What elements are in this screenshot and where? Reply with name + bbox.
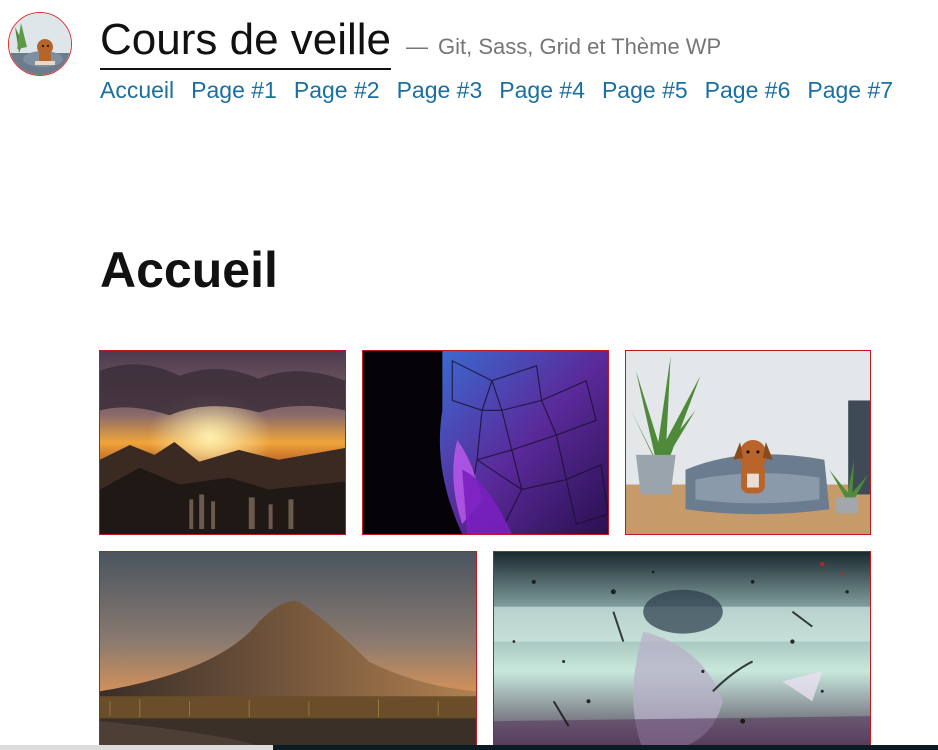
gallery-image-mountain-sunset[interactable]	[99, 350, 346, 535]
nav-item-page-7[interactable]: Page #7	[807, 75, 893, 105]
nav-item-page-6[interactable]: Page #6	[705, 75, 791, 105]
main-navigation: Accueil Page #1 Page #2 Page #3 Page #4 …	[100, 75, 893, 105]
tagline-dash: —	[406, 34, 428, 59]
gallery-image-paint-splatter[interactable]	[493, 551, 871, 750]
nav-item-page-4[interactable]: Page #4	[499, 75, 585, 105]
nav-item-accueil[interactable]: Accueil	[100, 75, 174, 105]
nav-item-page-2[interactable]: Page #2	[294, 75, 380, 105]
nav-item-page-3[interactable]: Page #3	[397, 75, 483, 105]
page-heading: Accueil	[100, 242, 278, 298]
dog-avatar-icon[interactable]	[8, 12, 72, 76]
bottom-scroll-strip	[0, 745, 938, 750]
nav-item-page-1[interactable]: Page #1	[191, 75, 277, 105]
gallery-image-volcano[interactable]	[99, 551, 477, 750]
gallery-image-geodesic-sphere[interactable]	[362, 350, 609, 535]
bottom-strip-dark-segment	[273, 745, 938, 750]
gallery-image-dog-bed[interactable]	[625, 350, 871, 535]
nav-item-page-5[interactable]: Page #5	[602, 75, 688, 105]
site-tagline: — Git, Sass, Grid et Thème WP	[406, 33, 721, 61]
tagline-text: Git, Sass, Grid et Thème WP	[438, 34, 722, 59]
site-title-link[interactable]: Cours de veille	[100, 14, 392, 70]
